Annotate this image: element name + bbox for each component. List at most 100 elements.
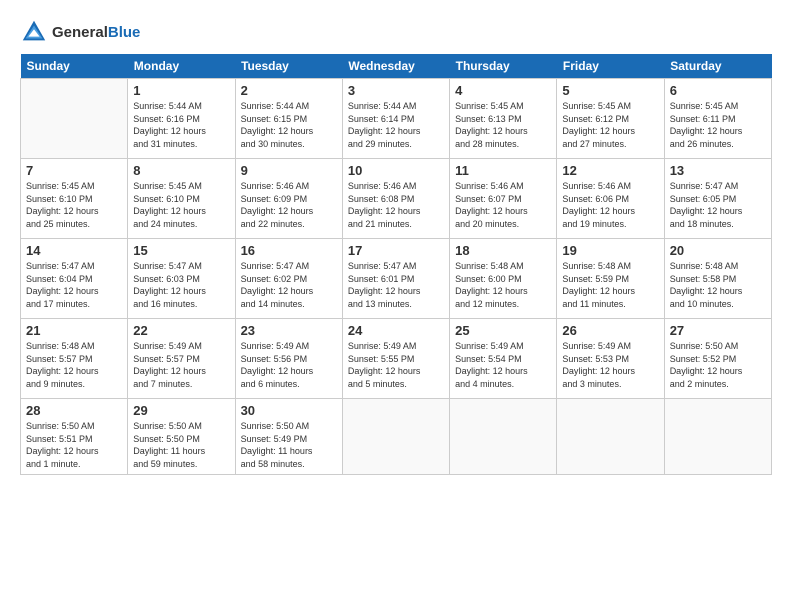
day-cell-28: 28 Sunrise: 5:50 AM Sunset: 5:51 PM Dayli… [21, 399, 128, 475]
cell-info: Sunrise: 5:47 AM Sunset: 6:01 PM Dayligh… [348, 260, 444, 310]
cell-info: Sunrise: 5:45 AM Sunset: 6:13 PM Dayligh… [455, 100, 551, 150]
day-number: 22 [133, 323, 229, 338]
day-cell-5: 5 Sunrise: 5:45 AM Sunset: 6:12 PM Daylig… [557, 79, 664, 159]
empty-cell [664, 399, 771, 475]
cell-info: Sunrise: 5:49 AM Sunset: 5:56 PM Dayligh… [241, 340, 337, 390]
day-number: 15 [133, 243, 229, 258]
weekday-header-friday: Friday [557, 54, 664, 79]
day-number: 21 [26, 323, 122, 338]
cell-info: Sunrise: 5:44 AM Sunset: 6:14 PM Dayligh… [348, 100, 444, 150]
calendar-body: 1 Sunrise: 5:44 AM Sunset: 6:16 PM Daylig… [21, 79, 772, 475]
week-row-4: 21 Sunrise: 5:48 AM Sunset: 5:57 PM Dayli… [21, 319, 772, 399]
cell-info: Sunrise: 5:45 AM Sunset: 6:10 PM Dayligh… [26, 180, 122, 230]
weekday-header-thursday: Thursday [450, 54, 557, 79]
day-number: 16 [241, 243, 337, 258]
day-number: 28 [26, 403, 122, 418]
day-cell-7: 7 Sunrise: 5:45 AM Sunset: 6:10 PM Daylig… [21, 159, 128, 239]
cell-info: Sunrise: 5:46 AM Sunset: 6:07 PM Dayligh… [455, 180, 551, 230]
page: GeneralBlue SundayMondayTuesdayWednesday… [0, 0, 792, 612]
day-cell-1: 1 Sunrise: 5:44 AM Sunset: 6:16 PM Daylig… [128, 79, 235, 159]
cell-info: Sunrise: 5:48 AM Sunset: 6:00 PM Dayligh… [455, 260, 551, 310]
cell-info: Sunrise: 5:49 AM Sunset: 5:54 PM Dayligh… [455, 340, 551, 390]
day-cell-25: 25 Sunrise: 5:49 AM Sunset: 5:54 PM Dayli… [450, 319, 557, 399]
day-number: 6 [670, 83, 766, 98]
cell-info: Sunrise: 5:50 AM Sunset: 5:49 PM Dayligh… [241, 420, 337, 470]
day-number: 11 [455, 163, 551, 178]
cell-info: Sunrise: 5:46 AM Sunset: 6:06 PM Dayligh… [562, 180, 658, 230]
day-cell-16: 16Sunrise: 5:47 AM Sunset: 6:02 PM Dayli… [235, 239, 342, 319]
day-number: 3 [348, 83, 444, 98]
day-cell-13: 13 Sunrise: 5:47 AM Sunset: 6:05 PM Dayli… [664, 159, 771, 239]
day-cell-12: 12 Sunrise: 5:46 AM Sunset: 6:06 PM Dayli… [557, 159, 664, 239]
empty-cell [557, 399, 664, 475]
day-cell-10: 10 Sunrise: 5:46 AM Sunset: 6:08 PM Dayli… [342, 159, 449, 239]
day-cell-30: 30 Sunrise: 5:50 AM Sunset: 5:49 PM Dayli… [235, 399, 342, 475]
day-number: 23 [241, 323, 337, 338]
cell-info: Sunrise: 5:49 AM Sunset: 5:57 PM Dayligh… [133, 340, 229, 390]
week-row-5: 28 Sunrise: 5:50 AM Sunset: 5:51 PM Dayli… [21, 399, 772, 475]
cell-info: Sunrise: 5:46 AM Sunset: 6:08 PM Dayligh… [348, 180, 444, 230]
day-number: 13 [670, 163, 766, 178]
day-number: 30 [241, 403, 337, 418]
day-cell-19: 19Sunrise: 5:48 AM Sunset: 5:59 PM Dayli… [557, 239, 664, 319]
day-number: 19 [562, 243, 658, 258]
day-number: 25 [455, 323, 551, 338]
day-cell-23: 23 Sunrise: 5:49 AM Sunset: 5:56 PM Dayli… [235, 319, 342, 399]
cell-info: Sunrise: 5:50 AM Sunset: 5:52 PM Dayligh… [670, 340, 766, 390]
day-number: 14 [26, 243, 122, 258]
day-cell-17: 17 Sunrise: 5:47 AM Sunset: 6:01 PM Dayli… [342, 239, 449, 319]
cell-info: Sunrise: 5:45 AM Sunset: 6:12 PM Dayligh… [562, 100, 658, 150]
week-row-2: 7 Sunrise: 5:45 AM Sunset: 6:10 PM Daylig… [21, 159, 772, 239]
cell-info: Sunrise: 5:49 AM Sunset: 5:55 PM Dayligh… [348, 340, 444, 390]
day-number: 27 [670, 323, 766, 338]
calendar-table: SundayMondayTuesdayWednesdayThursdayFrid… [20, 54, 772, 475]
day-cell-18: 18 Sunrise: 5:48 AM Sunset: 6:00 PM Dayli… [450, 239, 557, 319]
cell-info: Sunrise: 5:45 AM Sunset: 6:10 PM Dayligh… [133, 180, 229, 230]
day-number: 8 [133, 163, 229, 178]
header: GeneralBlue [20, 18, 772, 46]
empty-cell [342, 399, 449, 475]
day-cell-22: 22 Sunrise: 5:49 AM Sunset: 5:57 PM Dayli… [128, 319, 235, 399]
cell-info: Sunrise: 5:47 AM Sunset: 6:03 PM Dayligh… [133, 260, 229, 310]
cell-info: Sunrise: 5:47 AM Sunset: 6:05 PM Dayligh… [670, 180, 766, 230]
day-cell-11: 11 Sunrise: 5:46 AM Sunset: 6:07 PM Dayli… [450, 159, 557, 239]
day-number: 1 [133, 83, 229, 98]
cell-info: Sunrise: 5:44 AM Sunset: 6:16 PM Dayligh… [133, 100, 229, 150]
day-cell-8: 8 Sunrise: 5:45 AM Sunset: 6:10 PM Daylig… [128, 159, 235, 239]
day-cell-2: 2Sunrise: 5:44 AM Sunset: 6:15 PM Daylig… [235, 79, 342, 159]
day-number: 18 [455, 243, 551, 258]
weekday-header-monday: Monday [128, 54, 235, 79]
day-number: 5 [562, 83, 658, 98]
day-cell-14: 14Sunrise: 5:47 AM Sunset: 6:04 PM Dayli… [21, 239, 128, 319]
weekday-header-sunday: Sunday [21, 54, 128, 79]
week-row-1: 1 Sunrise: 5:44 AM Sunset: 6:16 PM Daylig… [21, 79, 772, 159]
week-row-3: 14Sunrise: 5:47 AM Sunset: 6:04 PM Dayli… [21, 239, 772, 319]
cell-info: Sunrise: 5:48 AM Sunset: 5:57 PM Dayligh… [26, 340, 122, 390]
day-cell-24: 24Sunrise: 5:49 AM Sunset: 5:55 PM Dayli… [342, 319, 449, 399]
day-cell-21: 21 Sunrise: 5:48 AM Sunset: 5:57 PM Dayli… [21, 319, 128, 399]
logo: GeneralBlue [20, 18, 140, 46]
day-number: 12 [562, 163, 658, 178]
cell-info: Sunrise: 5:50 AM Sunset: 5:50 PM Dayligh… [133, 420, 229, 470]
cell-info: Sunrise: 5:48 AM Sunset: 5:58 PM Dayligh… [670, 260, 766, 310]
weekday-header-saturday: Saturday [664, 54, 771, 79]
day-number: 4 [455, 83, 551, 98]
day-number: 29 [133, 403, 229, 418]
day-cell-9: 9Sunrise: 5:46 AM Sunset: 6:09 PM Daylig… [235, 159, 342, 239]
day-cell-26: 26Sunrise: 5:49 AM Sunset: 5:53 PM Dayli… [557, 319, 664, 399]
day-number: 17 [348, 243, 444, 258]
empty-cell [21, 79, 128, 159]
logo-text: GeneralBlue [52, 24, 140, 41]
day-number: 7 [26, 163, 122, 178]
day-cell-20: 20 Sunrise: 5:48 AM Sunset: 5:58 PM Dayli… [664, 239, 771, 319]
day-number: 26 [562, 323, 658, 338]
day-cell-4: 4 Sunrise: 5:45 AM Sunset: 6:13 PM Daylig… [450, 79, 557, 159]
empty-cell [450, 399, 557, 475]
weekday-header-wednesday: Wednesday [342, 54, 449, 79]
cell-info: Sunrise: 5:46 AM Sunset: 6:09 PM Dayligh… [241, 180, 337, 230]
day-cell-6: 6Sunrise: 5:45 AM Sunset: 6:11 PM Daylig… [664, 79, 771, 159]
cell-info: Sunrise: 5:50 AM Sunset: 5:51 PM Dayligh… [26, 420, 122, 470]
day-number: 20 [670, 243, 766, 258]
weekday-header-tuesday: Tuesday [235, 54, 342, 79]
day-number: 10 [348, 163, 444, 178]
